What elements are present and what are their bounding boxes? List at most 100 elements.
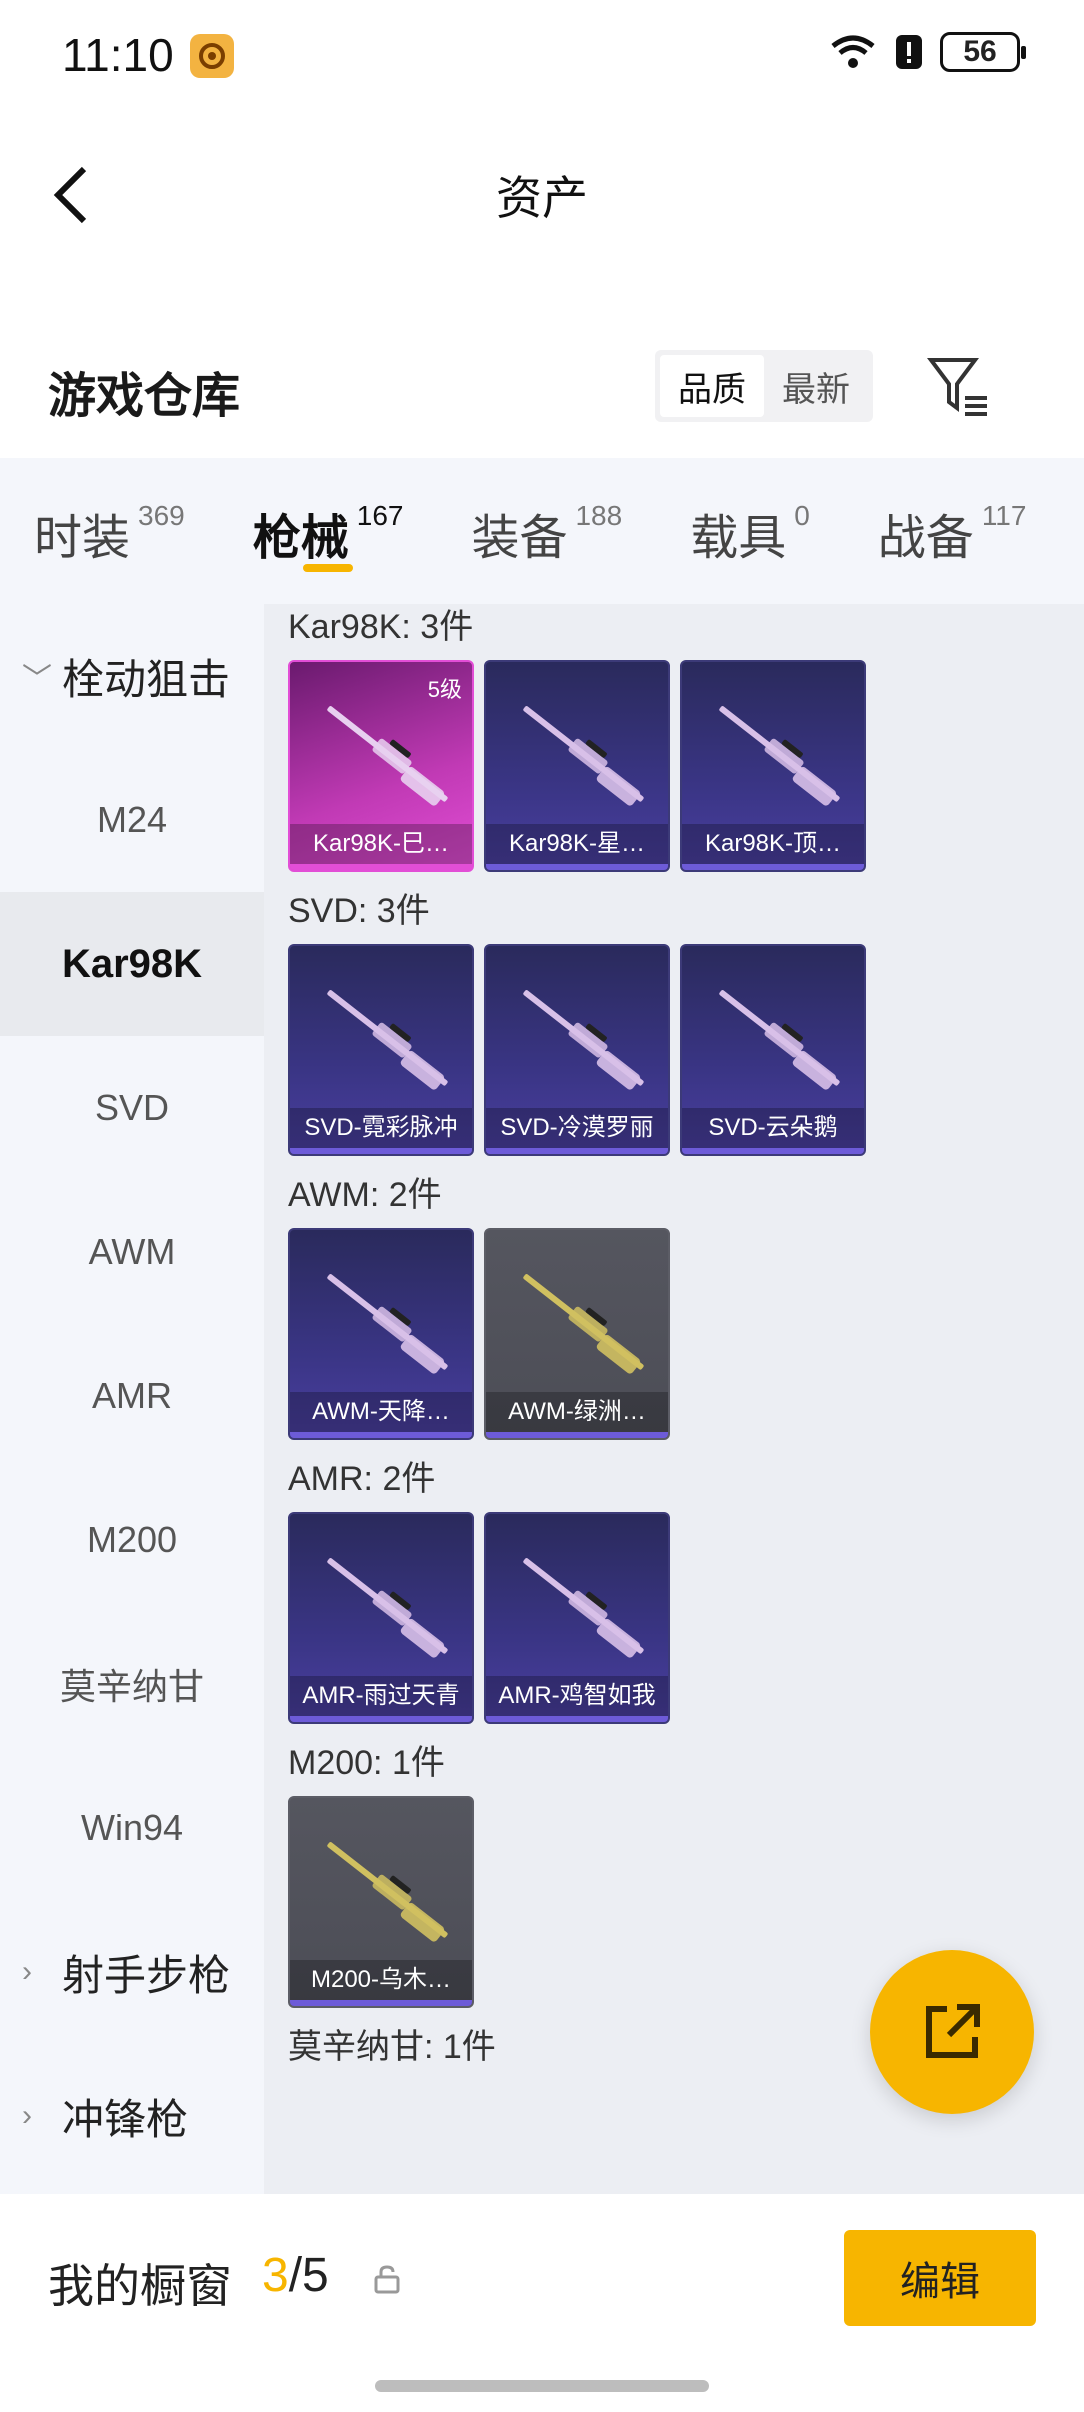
- sidebar-item-awm[interactable]: AWM: [0, 1180, 264, 1324]
- share-fab-button[interactable]: [870, 1950, 1034, 2114]
- tab-supplies[interactable]: 战备 117: [878, 458, 1027, 604]
- nav-bar: 资产: [0, 130, 1084, 260]
- tab-label: 战备: [877, 512, 974, 565]
- wifi-icon: [831, 35, 875, 68]
- sort-quality-button[interactable]: 品质: [660, 355, 764, 417]
- status-icons: 56: [828, 32, 1026, 72]
- status-bar: 11:10 56: [0, 0, 1084, 110]
- weapon-grid: AMR-雨过天青 AMR-鸡智如我: [288, 1512, 1084, 1724]
- weapon-image: [327, 706, 448, 806]
- weapon-name: AWM-绿洲…: [486, 1392, 668, 1432]
- showcase-label: 我的橱窗: [48, 2260, 232, 2312]
- sidebar-group-bolt-action[interactable]: ﹀ 栓动狙击: [0, 604, 264, 748]
- weapon-card[interactable]: Kar98K-顶…: [680, 660, 866, 872]
- tab-weapons[interactable]: 枪械 167: [252, 458, 404, 604]
- battery-indicator: 56: [940, 32, 1026, 72]
- weapon-name: Kar98K-巳…: [290, 824, 472, 864]
- weapon-card[interactable]: AWM-绿洲…: [484, 1228, 670, 1440]
- weapon-card[interactable]: AMR-鸡智如我: [484, 1512, 670, 1724]
- tab-equipment[interactable]: 装备 188: [471, 458, 622, 604]
- sidebar-group-marksman[interactable]: › 射手步枪: [0, 1900, 264, 2044]
- weapon-card[interactable]: SVD-霓彩脉冲: [288, 944, 474, 1156]
- section-title: Kar98K: 3件: [288, 608, 474, 646]
- tab-count: 0: [794, 500, 810, 531]
- weapon-card[interactable]: AMR-雨过天青: [288, 1512, 474, 1724]
- sidebar-group-label: 冲锋枪: [62, 2095, 189, 2143]
- tab-label: 装备: [471, 512, 568, 565]
- tab-label: 载具: [690, 512, 787, 565]
- weapon-type-sidebar: ﹀ 栓动狙击 M24 Kar98K SVD AWM AMR M200 莫辛纳甘 …: [0, 604, 264, 2194]
- sidebar-item-mosin[interactable]: 莫辛纳甘: [0, 1612, 264, 1756]
- weapon-image: [327, 990, 448, 1090]
- sort-latest-button[interactable]: 最新: [764, 355, 868, 417]
- weapon-image: [523, 706, 644, 806]
- weapon-grid: 5级 Kar98K-巳… Kar98K-星… Kar98K-顶…: [288, 660, 1084, 872]
- rarity-strip: [290, 1148, 472, 1154]
- rarity-strip: [682, 1148, 864, 1154]
- level-badge: 5级: [427, 677, 462, 702]
- chevron-right-icon: ›: [22, 1955, 32, 1988]
- sidebar-item-svd[interactable]: SVD: [0, 1036, 264, 1180]
- weapon-card[interactable]: SVD-云朵鹅: [680, 944, 866, 1156]
- filter-button[interactable]: [925, 352, 995, 422]
- sidebar-item-m24[interactable]: M24: [0, 748, 264, 892]
- warehouse-header: 游戏仓库 品质 最新: [0, 330, 1084, 440]
- weapon-name: SVD-霓彩脉冲: [290, 1108, 472, 1148]
- weapon-name: Kar98K-星…: [486, 824, 668, 864]
- weapon-card[interactable]: M200-乌木…: [288, 1796, 474, 2008]
- active-tab-indicator: [302, 564, 353, 572]
- weapon-grid: AWM-天降… AWM-绿洲…: [288, 1228, 1084, 1440]
- weapon-name: AWM-天降…: [290, 1392, 472, 1432]
- warehouse-title: 游戏仓库: [48, 370, 241, 423]
- rarity-strip: [486, 1432, 668, 1438]
- rarity-strip: [290, 864, 472, 870]
- tab-vehicles[interactable]: 载具 0: [690, 458, 810, 604]
- weapon-image: [523, 1558, 644, 1658]
- sidebar-item-win94[interactable]: Win94: [0, 1756, 264, 1900]
- edit-button[interactable]: 编辑: [844, 2230, 1036, 2326]
- weapon-card[interactable]: SVD-冷漠罗丽: [484, 944, 670, 1156]
- tab-label: 枪械: [252, 512, 349, 565]
- rarity-strip: [486, 864, 668, 870]
- weapon-image: [523, 1274, 644, 1374]
- section-title: SVD: 3件: [288, 892, 430, 930]
- weapon-image: [327, 1842, 448, 1942]
- rarity-strip: [290, 2000, 472, 2006]
- weapon-name: AMR-雨过天青: [290, 1676, 472, 1716]
- filter-icon: [927, 358, 987, 416]
- weapon-card[interactable]: AWM-天降…: [288, 1228, 474, 1440]
- tab-count: 188: [575, 500, 623, 531]
- rarity-strip: [486, 1148, 668, 1154]
- sidebar-group-label: 射手步枪: [62, 1951, 231, 1999]
- rarity-strip: [290, 1716, 472, 1722]
- weapon-image: [719, 990, 840, 1090]
- weapon-image: [523, 990, 644, 1090]
- showcase-total: /5: [288, 2249, 329, 2302]
- section-title: AMR: 2件: [288, 1460, 436, 1498]
- sort-toggle: 品质 最新: [655, 350, 873, 422]
- chevron-down-icon: ﹀: [22, 663, 52, 696]
- tab-count: 117: [981, 500, 1027, 531]
- tab-label: 时装: [34, 512, 131, 565]
- alert-icon: [896, 35, 922, 69]
- rarity-strip: [290, 1432, 472, 1438]
- sidebar-item-m200[interactable]: M200: [0, 1468, 264, 1612]
- weapon-name: AMR-鸡智如我: [486, 1676, 668, 1716]
- weapon-image: [327, 1274, 448, 1374]
- home-indicator[interactable]: [375, 2380, 709, 2392]
- sidebar-item-amr[interactable]: AMR: [0, 1324, 264, 1468]
- weapon-grid: SVD-霓彩脉冲 SVD-冷漠罗丽 SVD-云朵鹅: [288, 944, 1084, 1156]
- tab-count: 167: [356, 500, 404, 531]
- tab-fashion[interactable]: 时装 369: [34, 458, 185, 604]
- app-notification-icon: [190, 34, 234, 78]
- sidebar-group-smg[interactable]: › 冲锋枪: [0, 2044, 264, 2188]
- weapon-name: M200-乌木…: [290, 1960, 472, 2000]
- lock-icon: [374, 2265, 400, 2294]
- chevron-right-icon: ›: [22, 2099, 32, 2132]
- sidebar-item-kar98k[interactable]: Kar98K: [0, 892, 264, 1036]
- weapon-card[interactable]: Kar98K-星…: [484, 660, 670, 872]
- showcase-current: 3: [262, 2249, 289, 2302]
- weapon-name: SVD-云朵鹅: [682, 1108, 864, 1148]
- weapon-card[interactable]: 5级 Kar98K-巳…: [288, 660, 474, 872]
- weapon-name: SVD-冷漠罗丽: [486, 1108, 668, 1148]
